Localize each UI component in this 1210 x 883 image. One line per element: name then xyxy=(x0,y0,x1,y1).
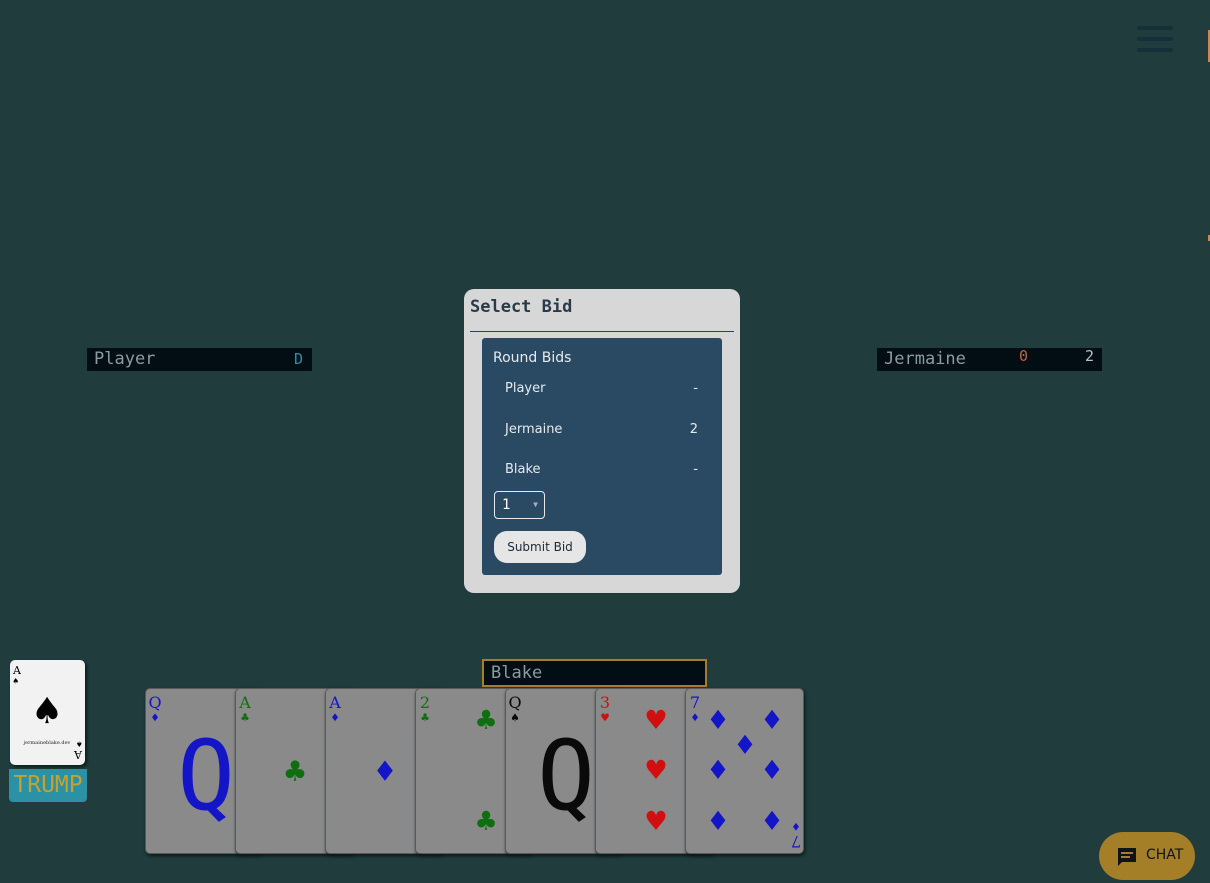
bid-count: 2 xyxy=(1085,347,1095,365)
diamond-icon: ♦ xyxy=(691,711,699,726)
chat-icon xyxy=(1118,848,1136,866)
bid-player-name: Player xyxy=(505,381,546,396)
bid-value: - xyxy=(693,462,698,477)
select-bid-dialog: Select Bid Round Bids Player - Jermaine … xyxy=(464,289,740,593)
tricks-count: 0 xyxy=(1019,347,1029,365)
card-rank: Q xyxy=(508,693,521,712)
diamond-icon: ♦ xyxy=(762,701,781,739)
trump-card: A ♠ ♠ jermaineblake.dev A ♠ xyxy=(10,660,85,765)
diamond-icon: ♦ xyxy=(792,818,800,833)
card-face-letter: Q xyxy=(537,720,595,832)
bid-row: Jermaine 2 xyxy=(505,422,698,440)
card-rank: A xyxy=(328,693,341,712)
club-icon: ♣ xyxy=(285,752,305,792)
chevron-down-icon: ▼ xyxy=(533,500,538,509)
card-face-letter: Q xyxy=(177,720,235,832)
club-icon: ♣ xyxy=(476,802,495,840)
heart-icon: ♥ xyxy=(646,751,666,789)
hand-player-name: Blake xyxy=(482,659,707,687)
card-watermark: jermaineblake.dev xyxy=(23,740,71,746)
heart-icon: ♥ xyxy=(601,711,609,726)
diamond-icon: ♦ xyxy=(151,711,159,726)
card-rank: A xyxy=(73,748,83,761)
diamond-icon: ♦ xyxy=(708,701,727,739)
card-rank: A xyxy=(238,693,251,712)
player-panel-right: Jermaine 0 2 xyxy=(877,347,1102,371)
player-name: Jermaine xyxy=(884,349,966,369)
player-name: Player xyxy=(94,349,156,369)
trump-label: TRUMP xyxy=(9,769,87,802)
diamond-icon: ♦ xyxy=(708,751,727,789)
card-rank: Q xyxy=(148,693,161,712)
diamond-icon: ♦ xyxy=(762,802,781,840)
spade-icon: ♠ xyxy=(77,738,82,748)
heart-icon: ♥ xyxy=(646,701,666,739)
card-rank: A xyxy=(12,664,22,677)
spade-icon: ♠ xyxy=(511,711,519,726)
round-bids-title: Round Bids xyxy=(493,350,572,366)
bid-value: 2 xyxy=(689,422,698,437)
submit-bid-button[interactable]: Submit Bid xyxy=(494,531,586,563)
bid-row: Player - xyxy=(505,381,698,399)
hamburger-menu-icon[interactable] xyxy=(1137,26,1173,52)
dealer-badge: D xyxy=(294,350,304,368)
card-rank: 2 xyxy=(420,693,430,712)
bid-player-name: Jermaine xyxy=(505,422,563,437)
chat-button[interactable]: CHAT xyxy=(1099,832,1195,880)
heart-icon: ♥ xyxy=(646,802,666,840)
bid-select[interactable]: 1 ▼ xyxy=(494,491,545,519)
card-rank: 3 xyxy=(600,693,610,712)
bid-player-name: Blake xyxy=(505,462,541,477)
round-bids-panel: Round Bids Player - Jermaine 2 Blake - 1… xyxy=(482,338,722,575)
player-panel-left: Player D xyxy=(87,348,312,371)
diamond-icon: ♦ xyxy=(762,751,781,789)
divider xyxy=(470,331,734,332)
bid-row: Blake - xyxy=(505,462,698,480)
diamond-icon: ♦ xyxy=(735,726,754,764)
bid-value: - xyxy=(693,381,698,396)
club-icon: ♣ xyxy=(241,711,249,726)
card-rank: 7 xyxy=(690,693,700,712)
dialog-title: Select Bid xyxy=(470,297,573,317)
diamond-icon: ♦ xyxy=(708,802,727,840)
spade-icon: ♠ xyxy=(34,686,61,737)
diamond-icon: ♦ xyxy=(331,711,339,726)
chat-label: CHAT xyxy=(1146,847,1184,863)
bid-select-value: 1 xyxy=(502,497,511,513)
diamond-icon: ♦ xyxy=(375,752,395,792)
spade-icon: ♠ xyxy=(13,677,18,687)
club-icon: ♣ xyxy=(421,711,429,726)
hand-card-7-of-diamonds[interactable]: 7 ♦ ♦ ♦ ♦ ♦ ♦ ♦ ♦ 7 ♦ xyxy=(685,688,804,854)
club-icon: ♣ xyxy=(476,701,495,739)
card-rank: 7 xyxy=(791,832,801,851)
